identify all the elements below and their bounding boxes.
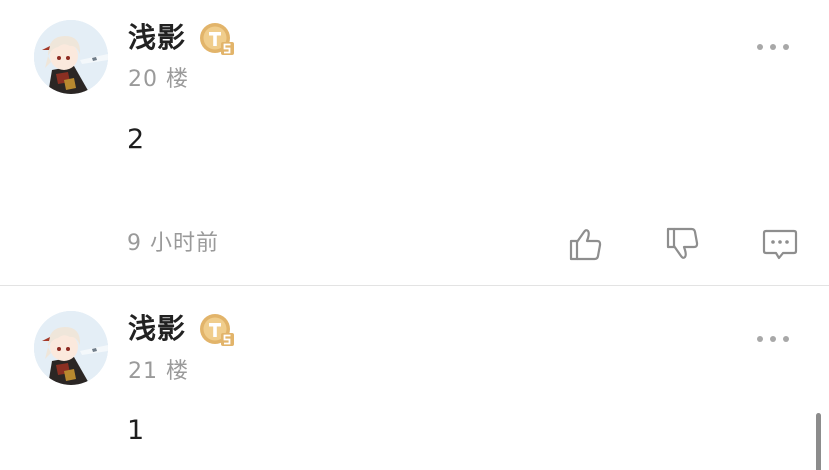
thumbs-down-icon[interactable] [665,226,701,262]
more-dot [757,336,763,342]
username[interactable]: 浅影 [128,19,186,57]
avatar-illustration [34,20,108,94]
comment-post: 浅影 20 楼 2 9 小时前 [0,0,829,285]
avatar-illustration [34,311,108,385]
avatar[interactable] [34,20,108,94]
comment-thread: 浅影 20 楼 2 9 小时前 浅影 21 楼 1 [0,0,829,470]
comment-content: 2 [127,124,145,155]
scrollbar[interactable] [816,413,821,470]
more-dot [770,336,776,342]
more-dot [783,44,789,50]
post-time: 9 小时前 [127,231,219,256]
avatar[interactable] [34,311,108,385]
more-options-icon[interactable] [757,332,789,346]
more-options-icon[interactable] [757,40,789,54]
thumbs-up-icon[interactable] [568,226,604,262]
more-dot [757,44,763,50]
level-badge-icon [199,22,235,56]
username[interactable]: 浅影 [128,310,186,348]
floor-number: 20 楼 [128,67,189,92]
more-dot [770,44,776,50]
comment-content: 1 [127,415,145,446]
more-dot [783,336,789,342]
floor-number: 21 楼 [128,359,189,384]
level-badge-icon [199,313,235,347]
comment-post: 浅影 21 楼 1 [0,286,829,470]
comment-icon[interactable] [762,226,798,262]
